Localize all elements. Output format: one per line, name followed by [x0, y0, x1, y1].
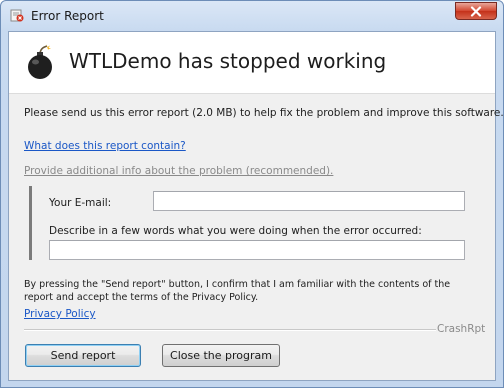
close-program-button[interactable]: Close the program	[162, 344, 280, 367]
description-label: Describe in a few words what you were do…	[49, 225, 422, 237]
crashrpt-brand: CrashRpt	[437, 323, 486, 335]
page-title: WTLDemo has stopped working	[69, 49, 387, 73]
consent-text: By pressing the "Send report" button, I …	[24, 279, 451, 303]
close-icon	[470, 6, 482, 17]
header-band: WTLDemo has stopped working	[9, 32, 495, 94]
window-title: Error Report	[31, 9, 104, 23]
title-bar[interactable]: Error Report	[1, 1, 503, 31]
send-report-button[interactable]: Send report	[25, 344, 141, 367]
report-contents-link[interactable]: What does this report contain?	[24, 140, 186, 152]
description-field[interactable]	[49, 240, 465, 260]
bomb-icon	[28, 44, 52, 79]
additional-info-link[interactable]: Provide additional info about the proble…	[24, 165, 333, 177]
error-report-window: Error Report WTLDemo has stopped working…	[0, 0, 504, 388]
intro-text: Please send us this error report (2.0 MB…	[24, 107, 504, 119]
email-field[interactable]	[153, 191, 465, 211]
privacy-policy-link[interactable]: Privacy Policy	[24, 308, 96, 320]
email-label: Your E-mail:	[49, 197, 112, 209]
section-indicator-bar	[29, 186, 32, 260]
error-report-icon	[10, 9, 24, 22]
close-window-button[interactable]	[455, 2, 497, 20]
dialog-client-area: WTLDemo has stopped working Please send …	[8, 31, 504, 381]
footer-divider	[24, 329, 436, 331]
